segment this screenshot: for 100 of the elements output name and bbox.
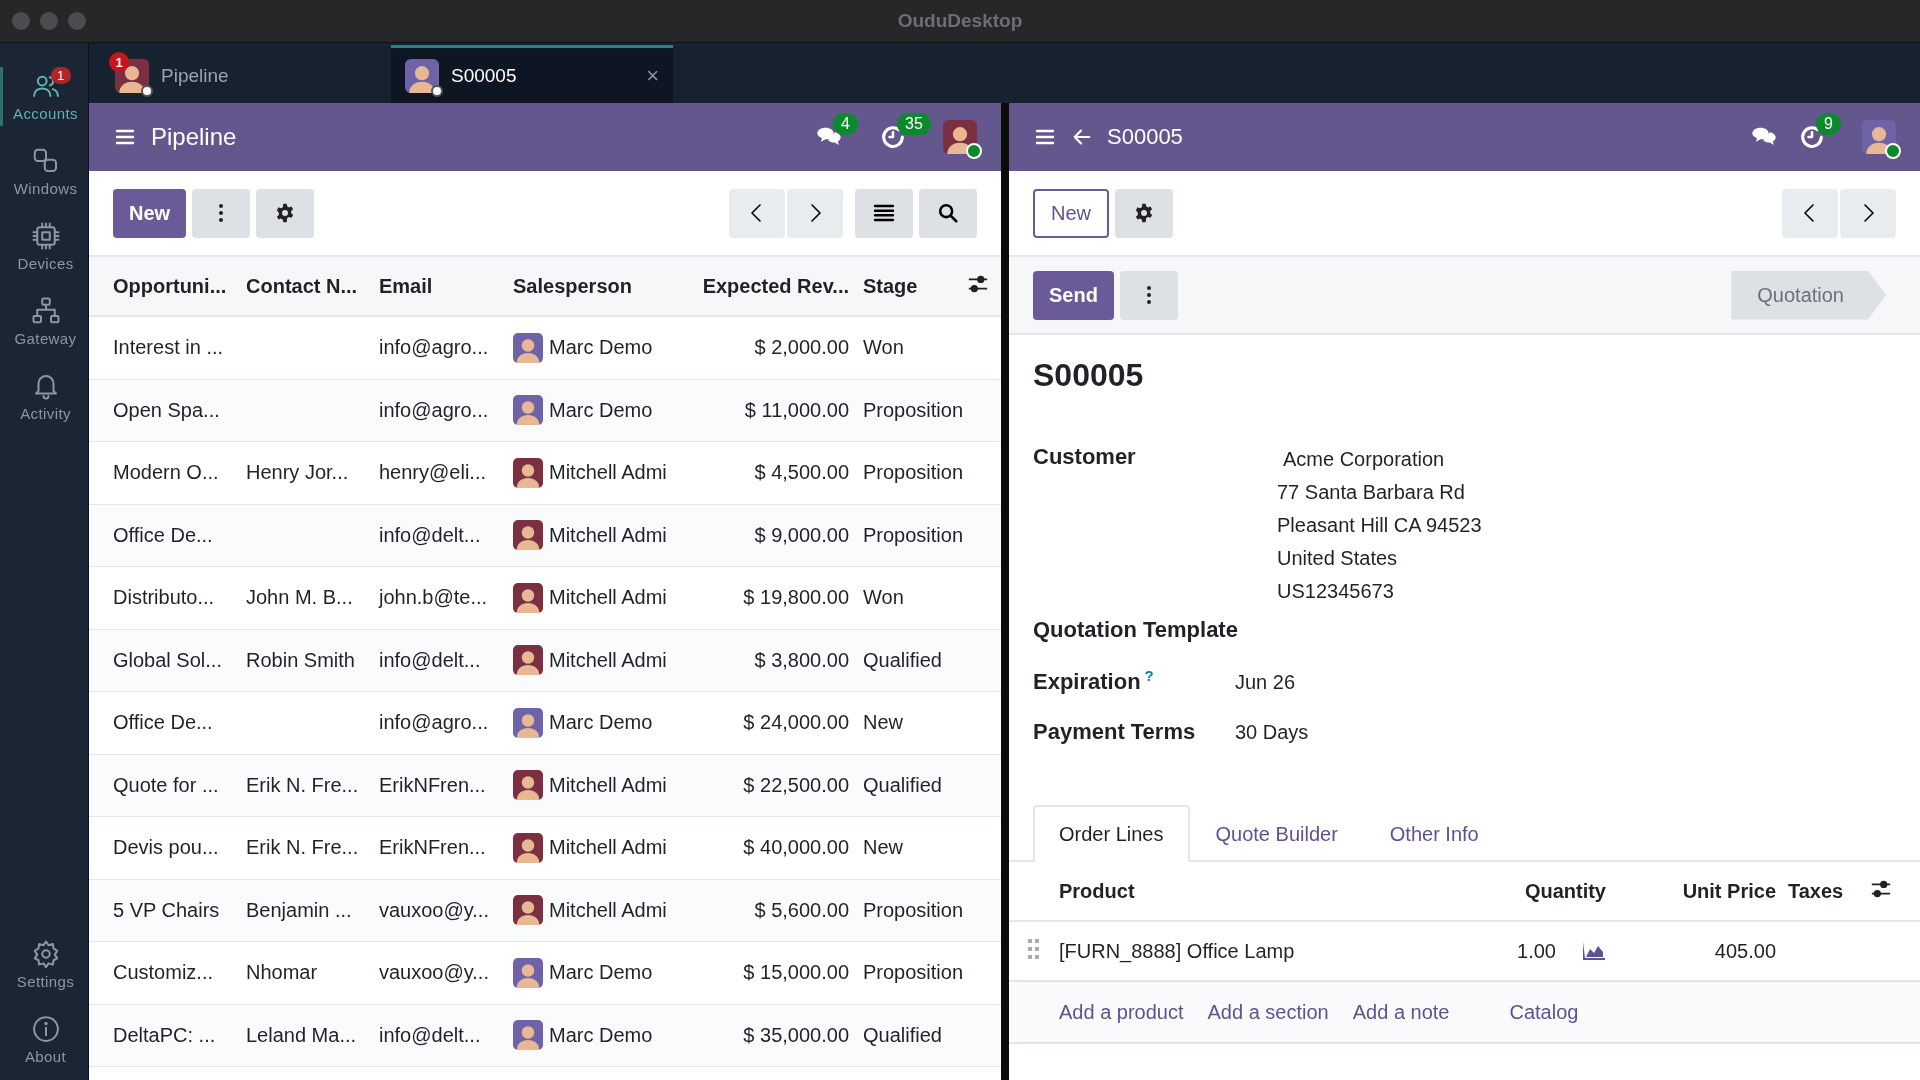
- table-cell-text: Won: [863, 336, 905, 360]
- table-cell-text: $ 5,600.00: [753, 898, 849, 922]
- previous-button[interactable]: [729, 188, 785, 238]
- column-header[interactable]: Contact N...: [246, 274, 379, 298]
- action-link[interactable]: Add a product: [1059, 1000, 1184, 1024]
- customer-link[interactable]: Acme Corporation: [1283, 448, 1896, 471]
- table-cell-text: [FURN_8888] Office Lamp: [1059, 939, 1296, 963]
- table-cell-text: Devis pou...: [113, 836, 220, 860]
- settings-button[interactable]: [256, 188, 315, 238]
- rail-item[interactable]: Windows: [0, 142, 88, 201]
- clock-icon: [879, 123, 907, 151]
- column-header[interactable]: Email: [379, 274, 513, 298]
- rail-item[interactable]: Settings: [0, 935, 88, 994]
- action-link[interactable]: Catalog: [1509, 1000, 1579, 1024]
- table-cell-text: $ 22,500.00: [742, 773, 849, 797]
- table-cell-text: info@agro...: [379, 711, 490, 735]
- column-header[interactable]: Expected Rev...: [689, 274, 849, 298]
- table-cell: Mitchell Admi: [549, 648, 667, 672]
- table-cell-text: Interest in ...: [113, 336, 225, 360]
- clock-icon: [1798, 123, 1826, 151]
- count-badge: 9: [1816, 113, 1841, 135]
- field-value[interactable]: 30 Days: [1235, 721, 1896, 745]
- window-control[interactable]: [12, 12, 30, 30]
- new-button[interactable]: New: [113, 188, 187, 238]
- table-cell-text: John M. B...: [246, 586, 354, 610]
- close-button[interactable]: ×: [646, 62, 659, 89]
- info-icon: [30, 1014, 61, 1044]
- window-control[interactable]: [40, 12, 58, 30]
- table-cell-text: Erik N. Fre...: [246, 773, 360, 797]
- table-cell-text: info@delt...: [379, 1023, 482, 1047]
- rail-item[interactable]: Activity: [0, 367, 88, 426]
- more-icon: [1145, 285, 1152, 305]
- new-button[interactable]: New: [1033, 188, 1109, 238]
- table-cell-text: vauxoo@y...: [379, 898, 490, 922]
- column-header[interactable]: Opportuni...: [113, 274, 246, 298]
- status-stage[interactable]: Quotation: [1731, 270, 1886, 320]
- action-link[interactable]: Add a section: [1207, 1000, 1329, 1024]
- table-cell-text: New: [863, 836, 904, 860]
- table-cell-text: Qualified: [863, 648, 943, 672]
- breadcrumb: S00005: [1107, 124, 1183, 150]
- table-cell-text: New: [863, 711, 904, 735]
- table-cell-text: Global Sol...: [113, 648, 223, 672]
- table-cell: Marc Demo: [549, 711, 653, 735]
- search-icon: [937, 202, 959, 224]
- count-badge: 4: [833, 113, 858, 135]
- table-cell-text: henry@eli...: [379, 461, 487, 485]
- list-view-button[interactable]: [855, 188, 913, 238]
- notification-badge: 1: [109, 52, 129, 72]
- table-cell-text: $ 2,000.00: [753, 336, 849, 360]
- notification-badge: 1: [51, 67, 71, 84]
- table-cell-text: Proposition: [863, 461, 965, 485]
- search-button[interactable]: [919, 188, 977, 238]
- field-value[interactable]: Jun 26: [1235, 671, 1896, 695]
- table-cell-text: ErikNFren...: [379, 773, 487, 797]
- table-cell-text: $ 11,000.00: [743, 398, 849, 422]
- column-header[interactable]: Stage: [863, 274, 967, 298]
- form-tab[interactable]: Order Lines: [1033, 805, 1190, 863]
- rail-item[interactable]: Devices: [0, 217, 88, 276]
- network-icon: [30, 296, 61, 326]
- table-cell: Marc Demo: [549, 336, 653, 360]
- session-tab[interactable]: S00005 ×: [391, 45, 673, 103]
- next-button[interactable]: [787, 188, 843, 238]
- column-header[interactable]: Salesperson: [513, 274, 689, 298]
- action-link[interactable]: Add a note: [1352, 1000, 1450, 1024]
- table-cell: Mitchell Admi: [549, 586, 667, 610]
- table-cell: Marc Demo: [549, 961, 653, 985]
- window-control[interactable]: [68, 12, 86, 30]
- table-cell-text: $ 9,000.00: [753, 523, 849, 547]
- table-cell-text: $ 4,500.00: [753, 461, 849, 485]
- drag-handle-icon[interactable]: [1028, 938, 1040, 959]
- table-cell-text: Nhomar: [246, 961, 319, 985]
- more-icon: [218, 203, 225, 223]
- next-button[interactable]: [1840, 188, 1896, 238]
- address-line: Pleasant Hill CA 94523: [1277, 514, 1483, 537]
- table-cell-text: info@agro...: [379, 398, 490, 422]
- rail-item[interactable]: About: [0, 1010, 88, 1069]
- table-cell: Mitchell Admi: [549, 773, 667, 797]
- table-cell-text: Open Spa...: [113, 398, 221, 422]
- avatar: [1862, 120, 1896, 154]
- table-cell: Mitchell Admi: [549, 461, 667, 485]
- page-title: Pipeline: [151, 123, 237, 151]
- more-button[interactable]: [1119, 270, 1178, 320]
- settings-button[interactable]: [1115, 188, 1173, 238]
- table-cell-text: 405.00: [1713, 939, 1776, 963]
- column-header: Quantity: [1523, 879, 1606, 903]
- table-cell-text: info@delt...: [379, 523, 482, 547]
- form-tab[interactable]: Quote Builder: [1189, 805, 1364, 863]
- previous-button[interactable]: [1782, 188, 1838, 238]
- form-tab[interactable]: Other Info: [1363, 805, 1505, 863]
- more-button[interactable]: [192, 188, 251, 238]
- online-status-dot: [966, 143, 982, 159]
- window-title: OuduDesktop: [897, 10, 1023, 31]
- send-button[interactable]: Send: [1033, 270, 1114, 320]
- table-cell: Marc Demo: [549, 398, 653, 422]
- column-header: Taxes: [1787, 879, 1845, 903]
- session-tab[interactable]: Pipeline 1: [101, 45, 383, 103]
- table-cell-text: Leland Ma...: [246, 1023, 358, 1047]
- column-header: Product: [1059, 879, 1136, 903]
- table-cell-text: $ 15,000.00: [742, 961, 849, 985]
- rail-item[interactable]: Gateway: [0, 292, 88, 351]
